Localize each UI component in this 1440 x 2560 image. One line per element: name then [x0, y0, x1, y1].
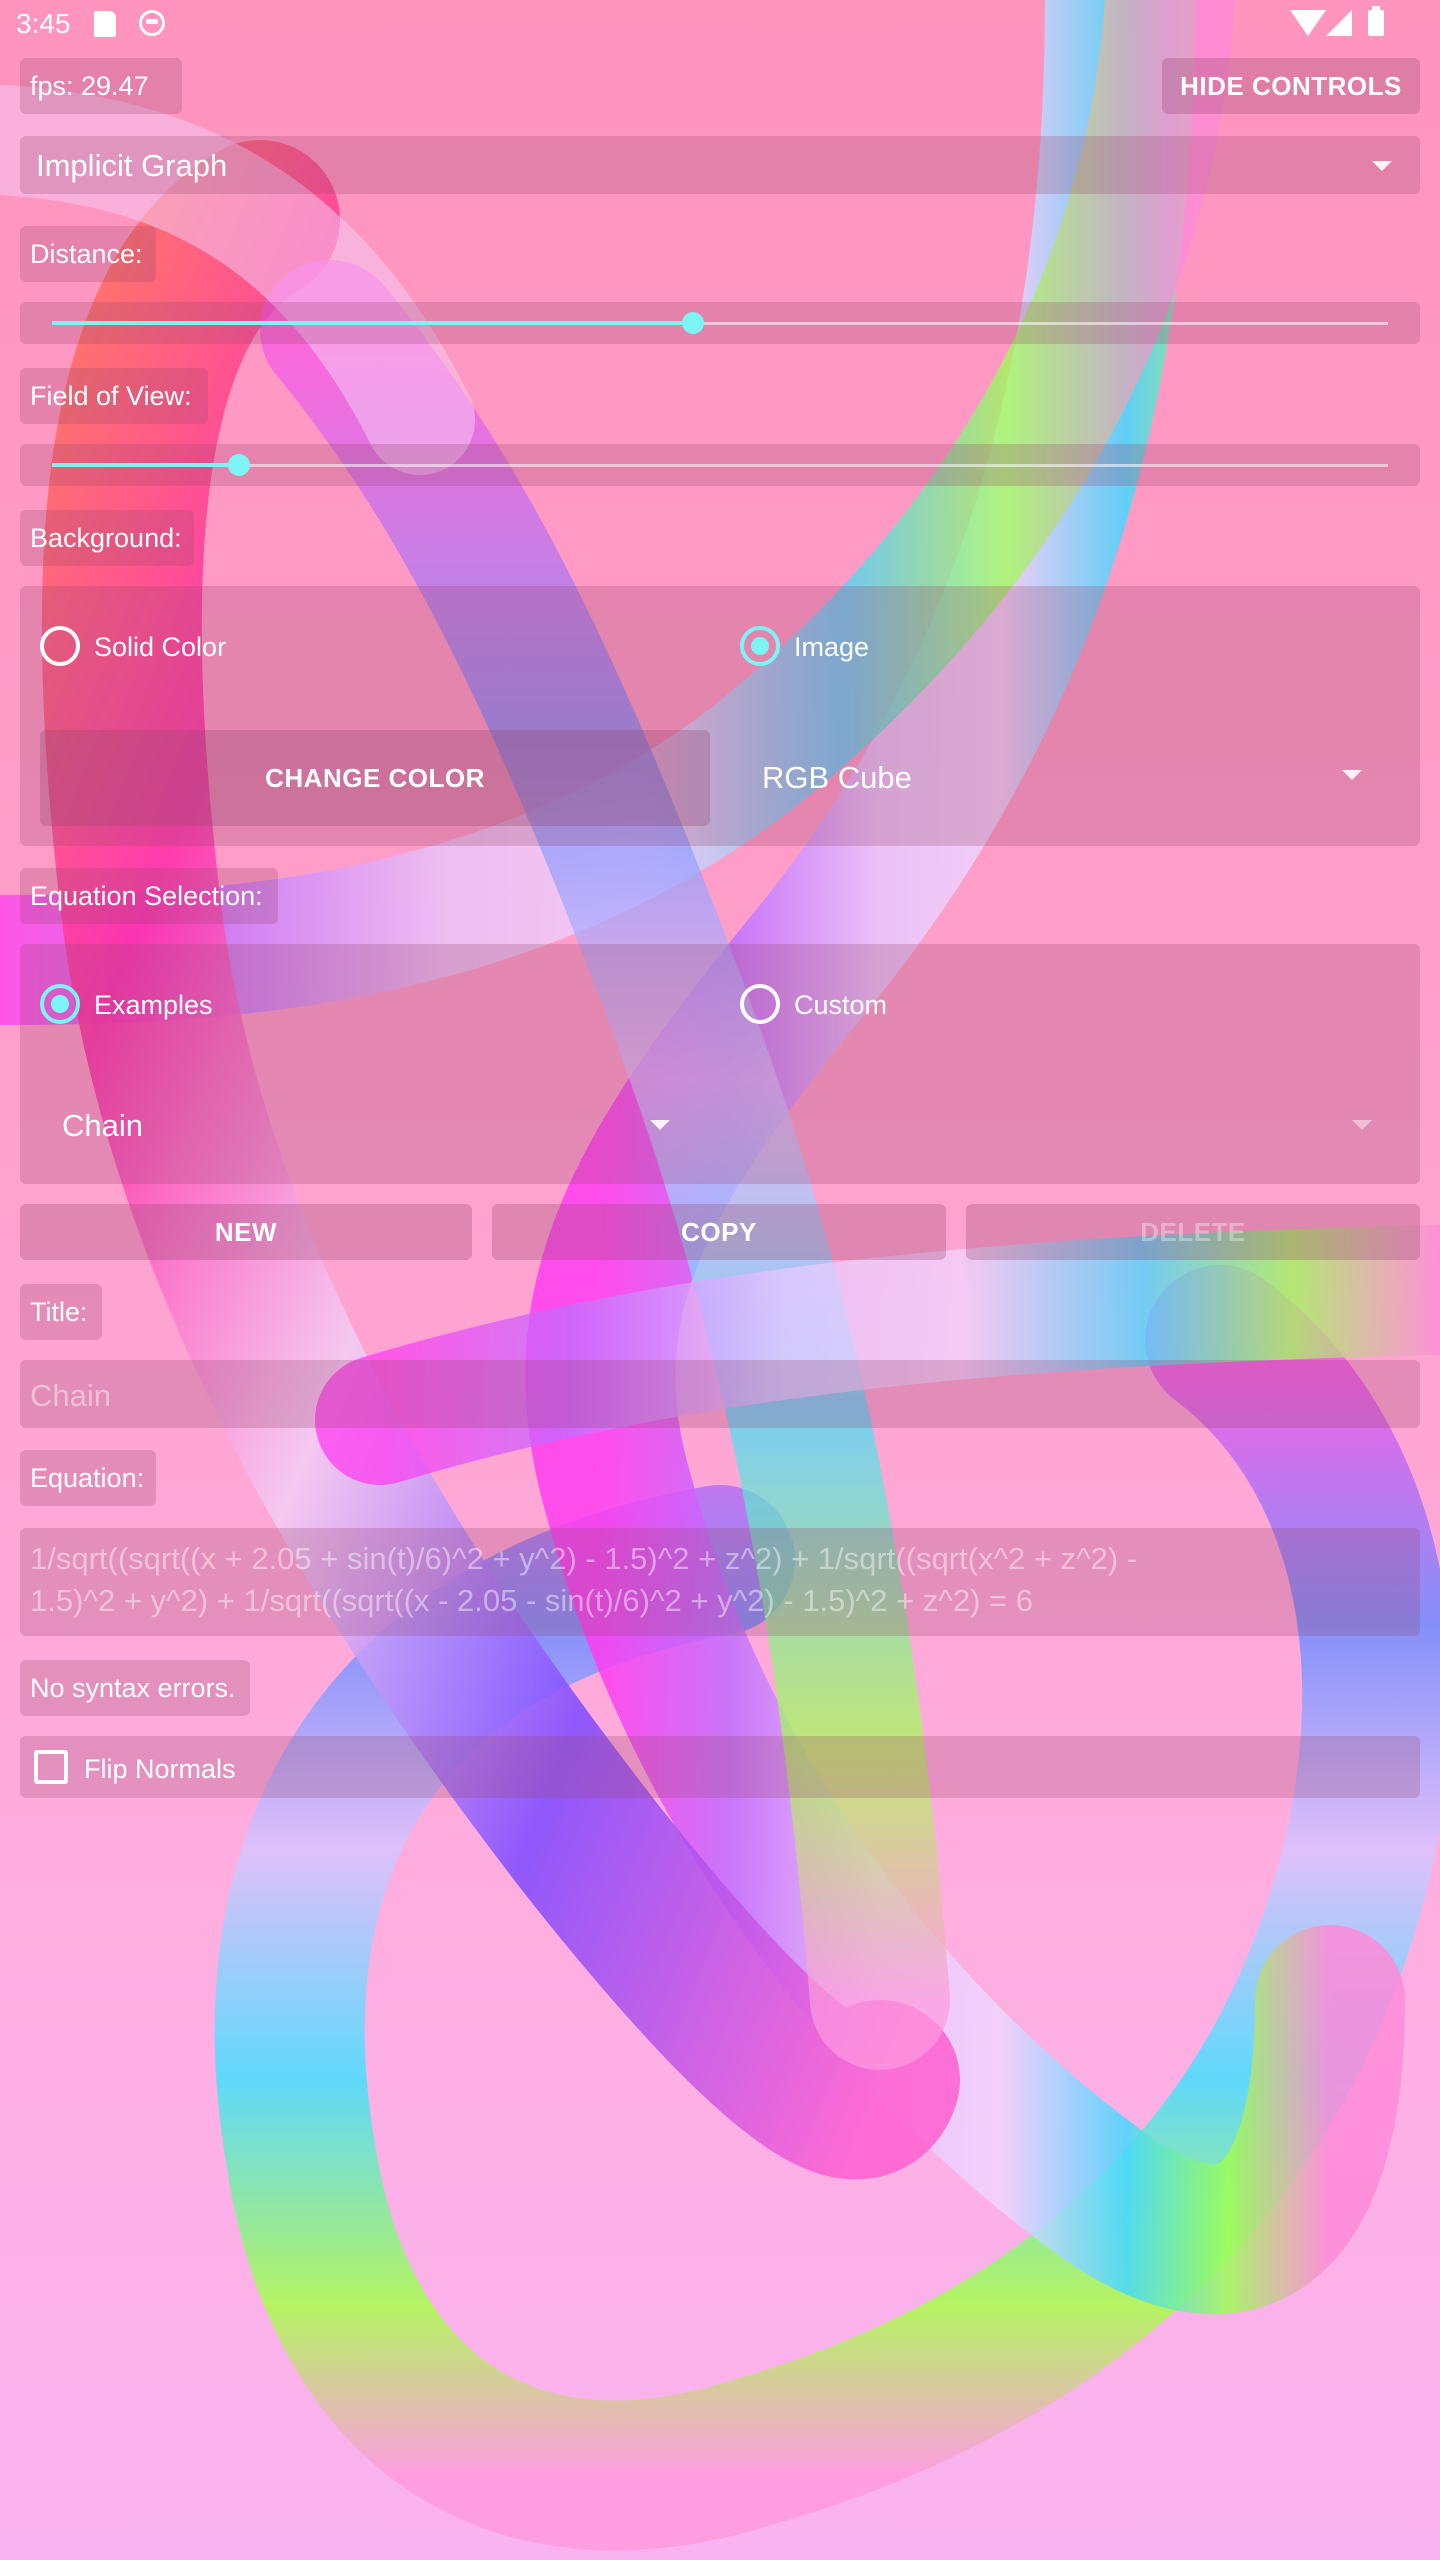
custom-dropdown-chevron-icon [1352, 1120, 1372, 1130]
battery-icon [1368, 6, 1384, 36]
status-time: 3:45 [16, 8, 71, 39]
syntax-status: No syntax errors. [20, 1660, 250, 1716]
mode-dropdown[interactable]: Implicit Graph [20, 136, 1420, 194]
implicit-graph-render [0, 0, 1440, 2551]
flip-normals-checkbox[interactable] [34, 1750, 68, 1784]
title-input-value: Chain [30, 1378, 111, 1413]
delete-button[interactable]: DELETE [966, 1204, 1420, 1260]
copy-button[interactable]: COPY [492, 1204, 946, 1260]
cell-signal-icon [1326, 10, 1352, 36]
distance-slider-fill [52, 321, 694, 325]
chevron-down-icon[interactable] [650, 1120, 670, 1130]
radio-solid-color[interactable] [40, 626, 80, 666]
mode-dropdown-value: Implicit Graph [36, 148, 228, 183]
sd-card-icon [94, 11, 116, 37]
radio-custom[interactable] [740, 984, 780, 1024]
radio-image[interactable] [740, 626, 780, 666]
distance-label: Distance: [20, 226, 156, 282]
background-image-dropdown[interactable]: RGB Cube [762, 760, 912, 796]
background-label: Background: [20, 510, 194, 566]
equation-line-1: 1/sqrt((sqrt((x + 2.05 + sin(t)/6)^2 + y… [30, 1541, 1138, 1576]
equation-input[interactable]: 1/sqrt((sqrt((x + 2.05 + sin(t)/6)^2 + y… [20, 1528, 1420, 1636]
flip-normals-row[interactable]: Flip Normals [20, 1736, 1420, 1798]
fps-counter: fps: 29.47 [20, 58, 182, 114]
fov-slider-thumb[interactable] [228, 454, 251, 476]
distance-slider[interactable] [20, 302, 1420, 344]
radio-image-label[interactable]: Image [794, 632, 869, 663]
status-bar: 3:45 [0, 0, 1440, 50]
fov-label: Field of View: [20, 368, 208, 424]
app-notification-icon [139, 10, 165, 36]
flip-normals-label[interactable]: Flip Normals [84, 1754, 236, 1785]
fov-slider-fill [52, 463, 240, 467]
chevron-down-icon[interactable] [1342, 770, 1362, 780]
wifi-icon [1290, 10, 1326, 36]
equation-selection-panel: Examples Custom Chain [20, 944, 1420, 1184]
title-input[interactable]: Chain [20, 1360, 1420, 1428]
background-panel: Solid Color Image CHANGE COLOR RGB Cube [20, 586, 1420, 846]
title-label: Title: [20, 1284, 102, 1340]
equation-label: Equation: [20, 1450, 156, 1506]
change-color-button[interactable]: CHANGE COLOR [40, 730, 710, 826]
equation-line-2: 1.5)^2 + y^2) + 1/sqrt((sqrt((x - 2.05 -… [30, 1583, 1033, 1618]
fov-slider[interactable] [20, 444, 1420, 486]
chevron-down-icon [1372, 161, 1392, 171]
hide-controls-button[interactable]: HIDE CONTROLS [1162, 58, 1420, 114]
example-dropdown[interactable]: Chain [62, 1108, 143, 1144]
equation-selection-label: Equation Selection: [20, 868, 278, 924]
distance-slider-thumb[interactable] [682, 312, 705, 334]
radio-examples[interactable] [40, 984, 80, 1024]
fov-slider-track [52, 464, 1388, 467]
new-button[interactable]: NEW [20, 1204, 472, 1260]
radio-custom-label[interactable]: Custom [794, 990, 887, 1021]
radio-solid-color-label[interactable]: Solid Color [94, 632, 226, 663]
radio-examples-label[interactable]: Examples [94, 990, 213, 1021]
